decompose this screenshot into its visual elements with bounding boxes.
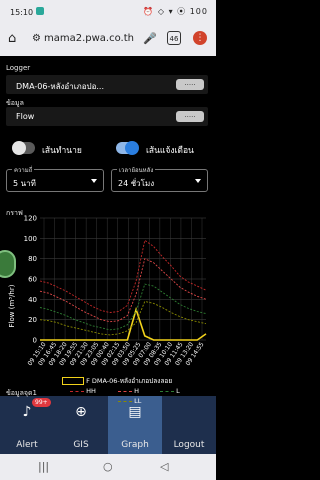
y-axis-label: Flow (m³/hr) [8, 284, 16, 327]
alert-badge: 99+ [32, 398, 51, 407]
legend-hh: HH [70, 387, 96, 395]
y-tick-label: 60 [28, 276, 37, 284]
legend-hh-label: HH [86, 387, 96, 395]
legend-flow-label: F DMA-06-หลังอำเภอปลงลอย [86, 377, 173, 385]
logger-value: DMA-06-หลังอำเภอปอ... [16, 82, 105, 91]
home-icon[interactable]: ⌂ [8, 31, 16, 46]
legend-h-label: H [134, 387, 139, 395]
status-bar: 15:10 ⏰ ◇ ▾ ⦿ 100 [0, 0, 216, 24]
nav-logout[interactable]: Logout [162, 396, 216, 454]
logger-field[interactable]: DMA-06-หลังอำเภอปอ... ..... [6, 75, 208, 94]
nav-gis[interactable]: ⊕ GIS [54, 396, 108, 454]
globe-icon: ⊕ [75, 404, 87, 420]
legend-flow-swatch [62, 377, 84, 385]
dropdown-arrow-icon [91, 179, 97, 183]
data-picker-button[interactable]: ..... [176, 111, 204, 122]
toggle-knob [125, 141, 139, 155]
nav-logout-label: Logout [173, 440, 205, 450]
system-navigation-bar: ||| ○ ◁ [0, 454, 216, 480]
y-tick-label: 20 [28, 316, 37, 324]
dropdown-arrow-icon [195, 179, 201, 183]
tab-switcher-button[interactable]: 46 [167, 31, 181, 45]
legend-h: H [118, 387, 139, 395]
logger-label: Logger [6, 64, 31, 72]
data-value: Flow [16, 112, 35, 121]
y-tick-label: 40 [28, 296, 37, 304]
browser-menu-icon[interactable]: ⋮ [193, 31, 207, 45]
legend-flow: F DMA-06-หลังอำเภอปลงลอย [62, 376, 172, 386]
status-icons: ⏰ ◇ ▾ ⦿ 100 [143, 7, 208, 16]
legend-ll-swatch [118, 400, 132, 402]
microphone-icon[interactable]: 🎤 [143, 32, 157, 45]
range-legend: เวลาย้อนหลัง [117, 165, 156, 175]
logger-picker-button[interactable]: ..... [176, 79, 204, 90]
legend-l-label: L [176, 387, 180, 395]
range-select[interactable]: เวลาย้อนหลัง 24 ชั่วโมง [111, 165, 208, 192]
y-tick-label: 80 [28, 255, 37, 263]
nav-gis-label: GIS [73, 440, 89, 450]
home-button-icon[interactable]: ○ [103, 460, 113, 473]
y-tick-label: 0 [33, 337, 37, 345]
legend-hh-swatch [70, 390, 84, 392]
nav-alert[interactable]: ♪ 99+ Alert [0, 396, 54, 454]
chart-icon: ▤ [128, 404, 142, 420]
bottom-navigation: ♪ 99+ Alert ⊕ GIS ▤ Graph Logout [0, 396, 216, 454]
toggle-knob [12, 141, 26, 155]
flow-chart: Flow (m³/hr) 020406080100120 09 15:1009 … [8, 215, 207, 367]
browser-toolbar: ⌂ ⚙ mama2.pwa.co.th 🎤 46 ⋮ [0, 24, 216, 56]
notification-app-icon [36, 7, 44, 15]
y-tick-label: 120 [24, 215, 37, 223]
interval-value: 5 นาที [13, 179, 36, 188]
alert-line-toggle[interactable] [116, 141, 139, 155]
legend-ll: LL [118, 397, 141, 405]
range-value: 24 ชั่วโมง [118, 179, 155, 188]
prediction-line-label: เส้นทำนาย [42, 146, 82, 156]
legend-l: L [160, 387, 180, 395]
alert-line-label: เส้นแจ้งเตือน [146, 146, 194, 156]
address-bar[interactable]: mama2.pwa.co.th [44, 33, 134, 44]
site-settings-icon[interactable]: ⚙ [32, 33, 41, 44]
data-field[interactable]: Flow ..... [6, 107, 208, 126]
nav-alert-label: Alert [16, 440, 38, 450]
recent-apps-icon[interactable]: ||| [38, 460, 49, 473]
interval-select[interactable]: ความถี่ 5 นาที [6, 165, 104, 192]
back-icon[interactable]: ◁ [160, 460, 168, 473]
clock: 15:10 [10, 8, 34, 17]
prediction-line-toggle[interactable] [12, 141, 35, 155]
interval-legend: ความถี่ [12, 165, 35, 175]
y-tick-label: 100 [24, 235, 37, 243]
legend-h-swatch [118, 390, 132, 392]
legend-l-swatch [160, 390, 174, 392]
drawer-handle[interactable] [0, 250, 16, 278]
legend-ll-label: LL [134, 397, 142, 405]
nav-graph-label: Graph [121, 440, 149, 450]
next-section-label: ข้อมูลจุด1 [6, 389, 37, 397]
